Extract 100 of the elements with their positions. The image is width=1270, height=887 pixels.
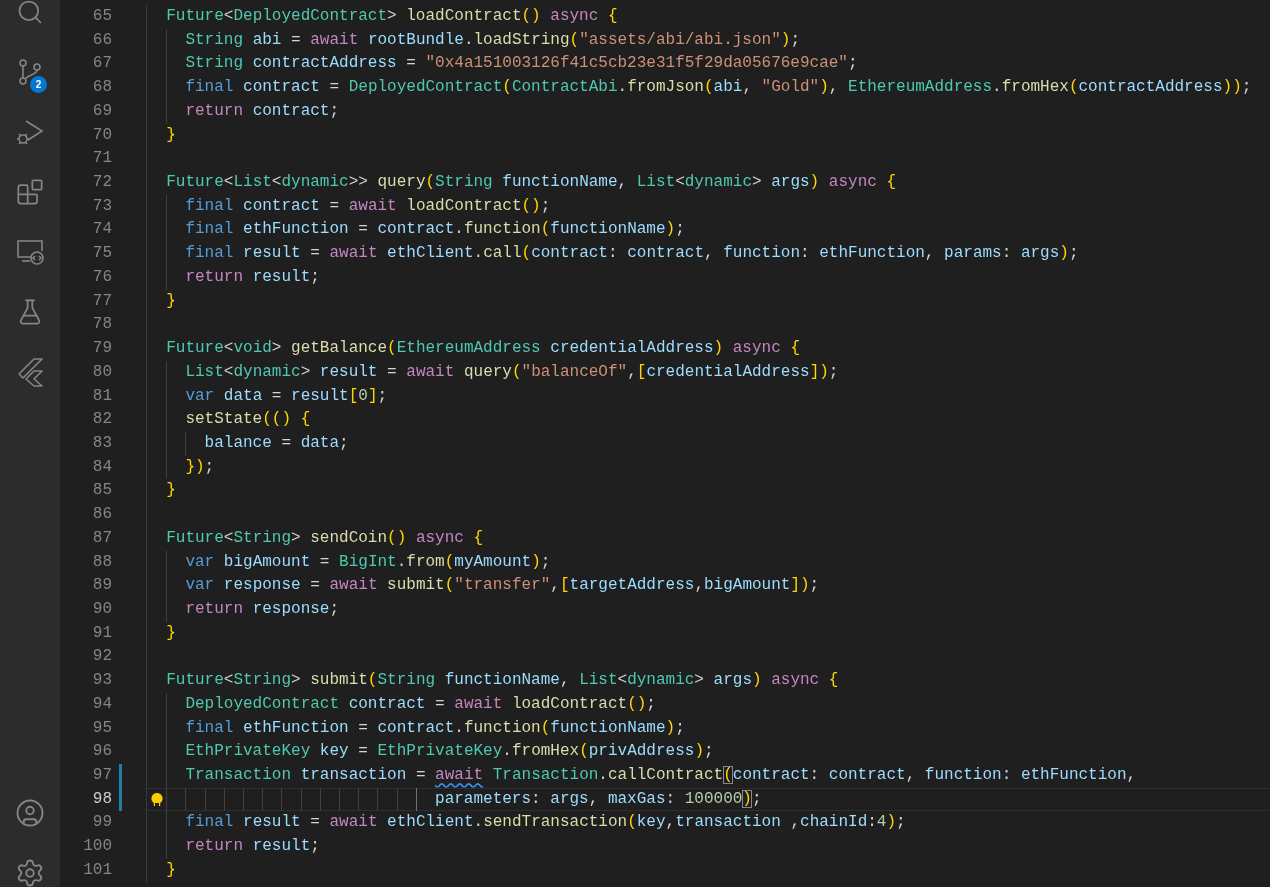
punctuation: > bbox=[300, 362, 311, 381]
variable: rootBundle bbox=[367, 30, 464, 49]
line-number: 80 bbox=[91, 361, 112, 383]
bracket: ]) bbox=[790, 576, 810, 595]
function-name: getBalance bbox=[291, 339, 388, 358]
bracket: ( bbox=[540, 220, 551, 239]
keyword: var bbox=[185, 576, 215, 595]
punctuation: = bbox=[329, 196, 340, 215]
bracket: } bbox=[166, 860, 176, 879]
line-number: 85 bbox=[91, 480, 112, 502]
line-number: 88 bbox=[91, 551, 112, 573]
bracket: ) bbox=[713, 339, 724, 358]
string-literal: "transfer" bbox=[454, 576, 551, 595]
punctuation: = bbox=[310, 244, 320, 263]
type-name: String bbox=[185, 30, 243, 49]
bracket: () bbox=[387, 528, 407, 547]
variable: result bbox=[243, 813, 301, 832]
line-number: 87 bbox=[91, 527, 112, 549]
lightbulb-icon[interactable] bbox=[150, 791, 164, 808]
keyword: var bbox=[185, 552, 215, 571]
line-number: 68 bbox=[91, 77, 112, 99]
punctuation: ; bbox=[377, 386, 388, 405]
punctuation: = bbox=[310, 813, 320, 832]
bracket: ( bbox=[387, 339, 397, 358]
type-name: dynamic bbox=[233, 362, 301, 381]
line-number: 73 bbox=[91, 195, 112, 217]
variable: contract bbox=[828, 766, 906, 784]
keyword: final bbox=[185, 196, 234, 215]
punctuation: ; bbox=[809, 576, 820, 595]
bracket: ) bbox=[819, 78, 829, 97]
bracket: ( bbox=[703, 78, 714, 97]
function-name: fromHex bbox=[511, 742, 580, 761]
punctuation: > bbox=[752, 173, 762, 192]
bracket: } bbox=[166, 623, 176, 642]
remote-explorer-icon[interactable] bbox=[15, 237, 45, 267]
punctuation: = bbox=[271, 386, 282, 405]
line-number: 69 bbox=[91, 100, 112, 122]
variable: result bbox=[252, 267, 311, 286]
account-icon[interactable] bbox=[15, 798, 45, 828]
bracket: ) bbox=[742, 789, 752, 808]
punctuation: > bbox=[387, 7, 397, 25]
type-name: dynamic bbox=[627, 671, 695, 690]
settings-icon[interactable] bbox=[15, 858, 45, 887]
punctuation: = bbox=[358, 742, 368, 761]
keyword: await bbox=[435, 766, 484, 784]
line-number: 74 bbox=[91, 219, 112, 241]
line-number: 100 bbox=[82, 836, 112, 858]
line-number: 67 bbox=[91, 53, 112, 75]
keyword: final bbox=[185, 78, 234, 97]
flutter-icon[interactable] bbox=[16, 357, 44, 387]
bracket: () bbox=[521, 7, 541, 25]
run-debug-icon[interactable] bbox=[15, 117, 45, 147]
punctuation: < bbox=[271, 173, 282, 192]
punctuation: , bbox=[588, 789, 599, 808]
variable: contract bbox=[252, 101, 330, 120]
bracket: [ bbox=[636, 362, 647, 381]
keyword: await bbox=[329, 576, 378, 595]
line-number: 70 bbox=[91, 124, 112, 146]
punctuation: = bbox=[387, 362, 397, 381]
type-name: EthPrivateKey bbox=[377, 742, 503, 761]
variable: result bbox=[291, 386, 349, 405]
search-icon[interactable] bbox=[16, 0, 44, 26]
variable: transaction bbox=[675, 813, 781, 832]
bracket: ( bbox=[367, 671, 378, 690]
punctuation: , bbox=[550, 576, 560, 595]
line-number: 95 bbox=[91, 717, 112, 739]
keyword: return bbox=[185, 599, 243, 618]
punctuation: = bbox=[358, 718, 368, 737]
bracket: () bbox=[627, 694, 647, 713]
punctuation: : bbox=[665, 789, 676, 808]
function-name: query bbox=[377, 173, 426, 192]
bracket: ) bbox=[780, 30, 791, 49]
keyword: await bbox=[406, 362, 455, 381]
type-name: BigInt bbox=[339, 552, 397, 571]
punctuation: . bbox=[617, 78, 628, 97]
punctuation: . bbox=[454, 220, 464, 239]
punctuation: : bbox=[1001, 766, 1012, 784]
bracket: ( bbox=[511, 362, 522, 381]
keyword: await bbox=[310, 30, 359, 49]
type-name: Future bbox=[166, 7, 224, 25]
bracket: ( bbox=[569, 30, 580, 49]
variable: abi bbox=[252, 30, 282, 49]
punctuation: ; bbox=[204, 457, 215, 476]
type-name: ContractAbi bbox=[511, 78, 618, 97]
number-literal: 100000 bbox=[684, 789, 743, 808]
punctuation: = bbox=[291, 30, 301, 49]
line-number: 65 bbox=[91, 6, 112, 27]
extensions-icon[interactable] bbox=[16, 178, 44, 206]
punctuation: < bbox=[223, 7, 234, 25]
function-name: sendTransaction bbox=[483, 813, 628, 832]
punctuation: ; bbox=[896, 813, 906, 832]
line-number: 91 bbox=[91, 622, 112, 644]
line-number: 77 bbox=[91, 290, 112, 312]
punctuation: >> bbox=[348, 173, 368, 192]
variable: key bbox=[636, 813, 666, 832]
keyword: await bbox=[348, 196, 397, 215]
source-control-icon[interactable] bbox=[16, 58, 44, 86]
punctuation: : bbox=[867, 813, 877, 832]
keyword: await bbox=[454, 694, 503, 713]
number-literal: 0 bbox=[358, 386, 368, 405]
